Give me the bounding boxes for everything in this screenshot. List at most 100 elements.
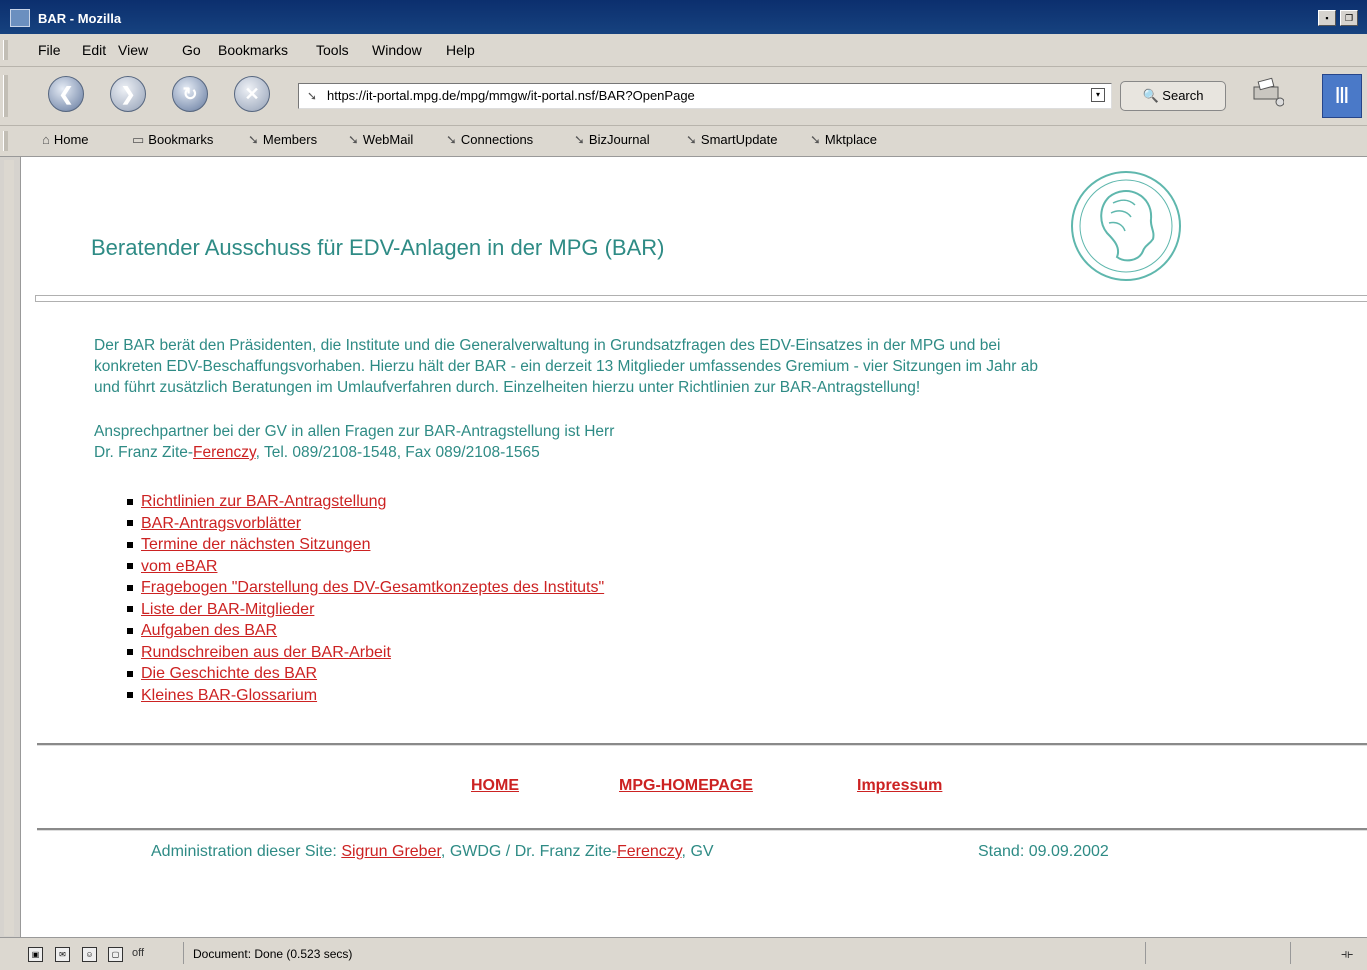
bookmark-members[interactable]: ➘ Members	[248, 132, 317, 148]
url-text[interactable]: https://it-portal.mpg.de/mpg/mmgw/it-por…	[327, 88, 695, 103]
link-termine[interactable]: Termine der nächsten Sitzungen	[141, 536, 370, 553]
bullet-icon	[127, 520, 133, 527]
header-divider	[35, 295, 1367, 302]
intro-line: konkreten EDV-Beschaffungsvorhaben. Hier…	[94, 358, 1038, 375]
mail-icon[interactable]: ✉	[55, 947, 70, 962]
admin-greber-link[interactable]: Sigrun Greber	[341, 843, 441, 860]
link-ebar[interactable]: vom eBAR	[141, 558, 217, 575]
menu-tools[interactable]: Tools	[316, 42, 349, 58]
intro-paragraph: Der BAR berät den Präsidenten, die Insti…	[94, 335, 1344, 398]
list-item: Aufgaben des BAR	[127, 620, 604, 642]
admin-middle: , GWDG / Dr. Franz Zite-	[440, 843, 617, 860]
url-dropdown-icon[interactable]: ▾	[1091, 88, 1105, 102]
bullet-icon	[127, 649, 133, 656]
link-geschichte[interactable]: Die Geschichte des BAR	[141, 665, 317, 682]
search-button-label: Search	[1162, 88, 1204, 103]
menu-file[interactable]: File	[38, 42, 61, 58]
link-antragsvorblaetter[interactable]: BAR-Antragsvorblätter	[141, 515, 301, 532]
bookmark-home-label: Home	[53, 132, 89, 147]
menu-help[interactable]: Help	[446, 42, 475, 58]
admin-suffix: , GV	[681, 843, 714, 860]
contact-ferenczy-link[interactable]: Ferenczy	[193, 444, 256, 461]
link-mitglieder[interactable]: Liste der BAR-Mitglieder	[141, 601, 314, 618]
composer-icon[interactable]: ▢	[108, 947, 123, 962]
bookmark-bookmarks[interactable]: ▭ Bookmarks	[132, 132, 213, 148]
forward-icon[interactable]: ❯	[110, 76, 146, 112]
bookmark-smartupdate-label: SmartUpdate	[700, 132, 778, 147]
menu-bar: File Edit View Go Bookmarks Tools Window…	[0, 34, 1367, 67]
contact-phone-fax: , Tel. 089/2108-1548, Fax 089/2108-1565	[255, 444, 540, 461]
maximize-button[interactable]: ❐	[1340, 10, 1358, 26]
list-item: Kleines BAR-Glossarium	[127, 685, 604, 707]
bookmark-webmail[interactable]: ➘ WebMail	[348, 132, 413, 148]
url-input[interactable]: ➘ https://it-portal.mpg.de/mpg/mmgw/it-p…	[298, 83, 1112, 109]
link-richtlinien[interactable]: Richtlinien zur BAR-Antragstellung	[141, 493, 386, 510]
list-item: Richtlinien zur BAR-Antragstellung	[127, 491, 604, 513]
list-item: Rundschreiben aus der BAR-Arbeit	[127, 642, 604, 664]
menu-edit[interactable]: Edit	[82, 42, 106, 58]
footer-mpg-homepage-link[interactable]: MPG-HOMEPAGE	[619, 777, 753, 795]
last-updated-date: Stand: 09.09.2002	[978, 843, 1109, 860]
list-item: Liste der BAR-Mitglieder	[127, 599, 604, 621]
window-title: BAR - Mozilla	[38, 11, 122, 26]
personal-toolbar: ⌂ Home ▭ Bookmarks ➘ Members ➘ WebMail ➘ Conn…	[0, 126, 1367, 157]
bookmark-icon: ➘	[810, 132, 821, 147]
footer-home-link[interactable]: HOME	[471, 777, 519, 795]
toolbar-grip[interactable]	[3, 40, 8, 60]
status-separator	[1290, 942, 1291, 964]
menu-window[interactable]: Window	[372, 42, 422, 58]
link-aufgaben[interactable]: Aufgaben des BAR	[141, 622, 277, 639]
admin-ferenczy-link[interactable]: Ferenczy	[617, 843, 682, 860]
admin-credits: Administration dieser Site: Sigrun Grebe…	[151, 843, 714, 861]
page-title: Beratender Ausschuss für EDV-Anlagen in …	[91, 235, 665, 260]
menu-go[interactable]: Go	[182, 42, 201, 58]
status-bar: ▣ ✉ ☺ ▢ off Document: Done (0.523 secs) …	[0, 937, 1367, 970]
link-fragebogen[interactable]: Fragebogen "Darstellung des DV-Gesamtkon…	[141, 579, 604, 596]
bullet-icon	[127, 584, 133, 591]
contact-line: Dr. Franz Zite-Ferenczy, Tel. 089/2108-1…	[94, 442, 1344, 463]
link-rundschreiben[interactable]: Rundschreiben aus der BAR-Arbeit	[141, 644, 391, 661]
footer-impressum-link[interactable]: Impressum	[857, 777, 942, 795]
sidebar-grip[interactable]	[4, 160, 14, 936]
footer-divider-bottom	[37, 828, 1367, 831]
print-icon[interactable]	[1250, 77, 1284, 107]
bookmark-icon: ➘	[348, 132, 359, 147]
bookmark-connections[interactable]: ➘ Connections	[446, 132, 533, 148]
list-item: BAR-Antragsvorblätter	[127, 513, 604, 535]
toolbar-grip[interactable]	[3, 75, 8, 117]
bookmark-bookmarks-label: Bookmarks	[148, 132, 214, 147]
bullet-icon	[127, 692, 133, 699]
mozilla-throbber-icon[interactable]: Ⅲ	[1322, 74, 1362, 118]
reload-icon[interactable]: ↻	[172, 76, 208, 112]
bookmark-bizjournal[interactable]: ➘ BizJournal	[574, 132, 650, 148]
toolbar-grip[interactable]	[3, 131, 8, 151]
contact-paragraph: Ansprechpartner bei der GV in allen Frag…	[94, 421, 1344, 463]
back-icon[interactable]: ❮	[48, 76, 84, 112]
menu-view[interactable]: View	[118, 42, 148, 58]
status-separator	[183, 942, 184, 964]
mozilla-app-icon[interactable]	[10, 9, 30, 27]
status-separator	[1145, 942, 1146, 964]
bookmark-home[interactable]: ⌂ Home	[42, 132, 89, 147]
bookmark-smartupdate[interactable]: ➘ SmartUpdate	[686, 132, 778, 148]
folder-icon: ▭	[132, 132, 145, 147]
search-button[interactable]: 🔍 Search	[1120, 81, 1226, 111]
chat-icon[interactable]: ☺	[82, 947, 97, 962]
footer-divider-top	[37, 743, 1367, 746]
bullet-icon	[127, 627, 133, 634]
window-title-bar: BAR - Mozilla ▪ ❐	[0, 0, 1367, 34]
minimize-button[interactable]: ▪	[1318, 10, 1336, 26]
navigator-icon[interactable]: ▣	[28, 947, 43, 962]
bookmark-mktplace[interactable]: ➘ Mktplace	[810, 132, 877, 148]
navigation-toolbar: ❮ ❯ ↻ ✕ ➘ https://it-portal.mpg.de/mpg/m…	[0, 67, 1367, 126]
offline-mode-icon[interactable]: off	[132, 947, 144, 959]
intro-line: Der BAR berät den Präsidenten, die Insti…	[94, 337, 1001, 354]
link-glossarium[interactable]: Kleines BAR-Glossarium	[141, 687, 317, 704]
bookmark-icon: ➘	[686, 132, 697, 147]
bookmark-icon: ➘	[248, 132, 259, 147]
intro-line: und führt zusätzlich Beratungen im Umlau…	[94, 379, 921, 396]
status-text: Document: Done (0.523 secs)	[193, 947, 353, 961]
menu-bookmarks[interactable]: Bookmarks	[218, 42, 288, 58]
stop-icon[interactable]: ✕	[234, 76, 270, 112]
connection-icon[interactable]: ⟛	[1341, 946, 1353, 962]
